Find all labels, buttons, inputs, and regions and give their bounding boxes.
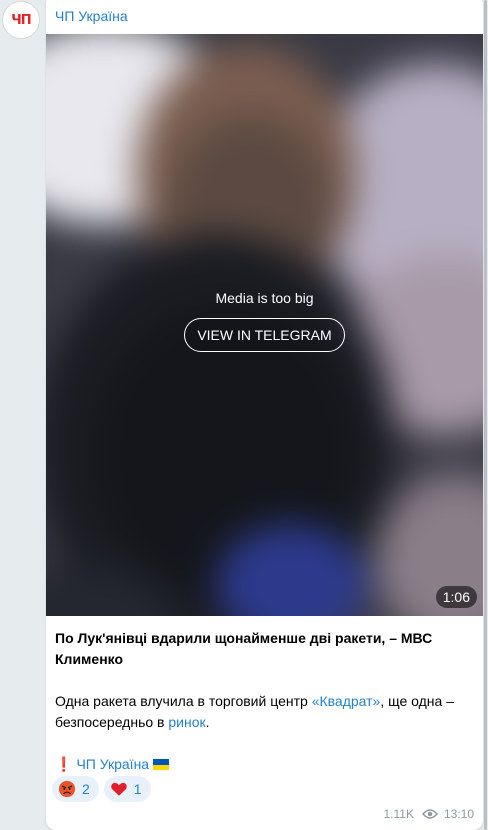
signature-link[interactable]: ЧП Україна: [76, 756, 149, 772]
eye-icon: [421, 809, 438, 819]
media-overlay: Media is too big VIEW IN TELEGRAM: [46, 290, 483, 352]
avatar-text: ЧП: [11, 12, 31, 28]
body-suffix: .: [205, 714, 210, 730]
link-rynok[interactable]: ринок: [168, 714, 205, 730]
scrollbar-thumb[interactable]: [484, 0, 487, 830]
body-prefix: Одна ракета влучила в торговий центр: [55, 693, 312, 709]
post-signature: ❗ ЧП Україна: [55, 754, 470, 775]
post-headline: По Лук'янівці вдарили щонайменше дві рак…: [55, 630, 433, 667]
channel-name[interactable]: ЧП Україна: [55, 8, 128, 24]
heart-icon: [111, 782, 127, 796]
post-body: Одна ракета влучила в торговий центр «Кв…: [55, 691, 470, 733]
message-text: По Лук'янівці вдарили щонайменше дві рак…: [55, 628, 470, 796]
message-meta: 1.11K 13:10: [384, 807, 475, 821]
reaction-angry[interactable]: 2: [52, 776, 99, 802]
message-time: 13:10: [443, 807, 474, 821]
channel-avatar[interactable]: ЧП: [2, 1, 40, 39]
view-in-telegram-button[interactable]: VIEW IN TELEGRAM: [184, 318, 345, 352]
reaction-count: 1: [133, 781, 142, 797]
video-duration-badge: 1:06: [435, 586, 477, 608]
message-bubble: ЧП Україна Media is too big VIEW IN TELE…: [46, 0, 483, 830]
reaction-count: 2: [82, 781, 90, 797]
reaction-heart[interactable]: 1: [103, 776, 151, 802]
ukraine-flag-icon: [153, 759, 170, 770]
angry-face-icon: [58, 780, 76, 798]
media-too-big-message: Media is too big: [215, 290, 314, 306]
link-kvadrat[interactable]: «Квадрат»: [312, 693, 381, 709]
view-count: 1.11K: [383, 807, 414, 821]
scrollbar[interactable]: [483, 0, 488, 830]
exclamation-icon: ❗: [55, 756, 73, 772]
video-preview[interactable]: Media is too big VIEW IN TELEGRAM 1:06: [46, 34, 483, 616]
reactions-bar: 2 1: [52, 776, 151, 802]
